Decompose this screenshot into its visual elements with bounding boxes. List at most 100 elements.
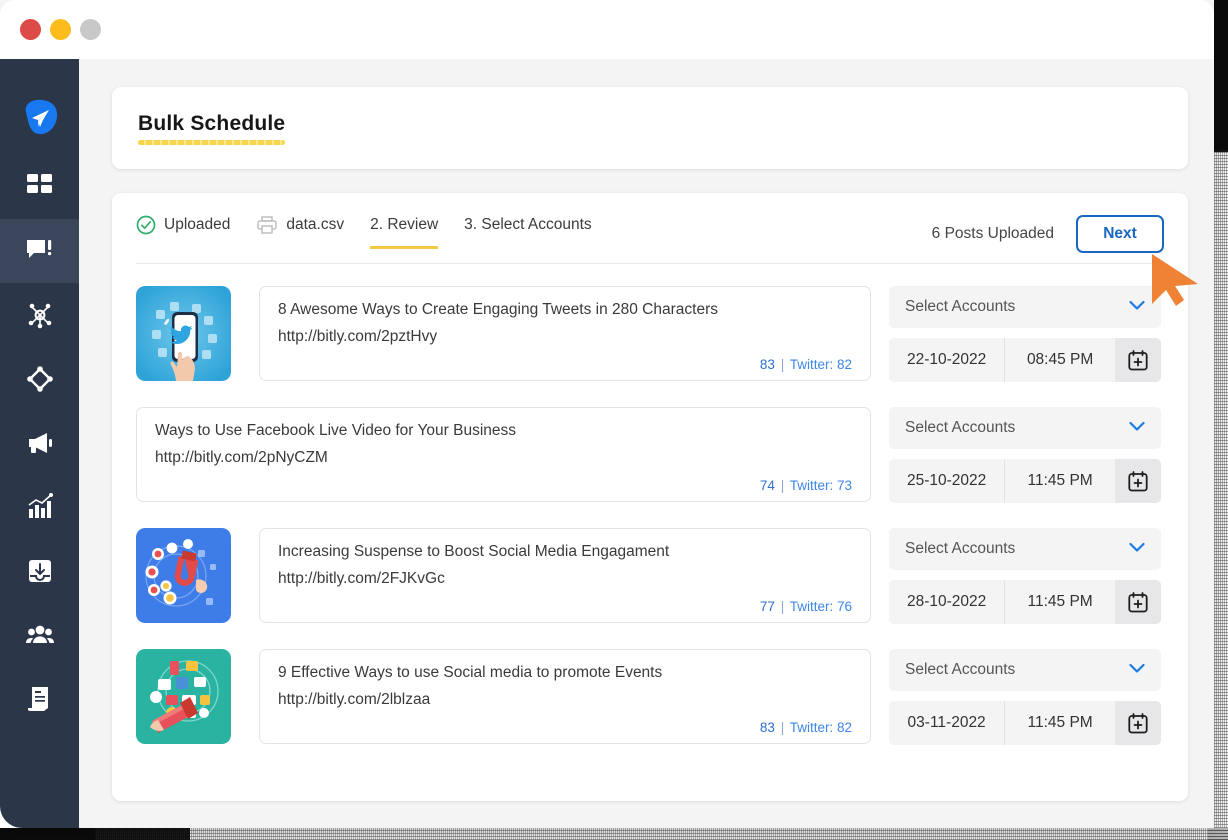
post-text-box[interactable]: 9 Effective Ways to use Social media to … (259, 649, 871, 744)
calendar-plus-icon-button[interactable] (1115, 701, 1161, 745)
tab-review-label: 2. Review (370, 216, 439, 233)
team-users-icon (25, 625, 54, 643)
schedule-date-field[interactable]: 03-11-2022 (889, 701, 1004, 745)
schedule-date-field[interactable]: 22-10-2022 (889, 338, 1004, 382)
select-accounts-label: Select Accounts (905, 298, 1016, 315)
post-meta: 74 | Twitter: 73 (760, 472, 852, 493)
calendar-plus-icon-button[interactable] (1115, 338, 1161, 382)
report-document-icon (27, 687, 48, 711)
compose-message-icon (26, 240, 51, 258)
post-text-box[interactable]: 8 Awesome Ways to Create Engaging Tweets… (259, 286, 871, 381)
select-accounts-label: Select Accounts (905, 540, 1016, 557)
calendar-plus-icon-button[interactable] (1115, 580, 1161, 624)
post-meta-separator: | (780, 478, 785, 493)
sidebar (0, 59, 79, 828)
post-twitter-count: Twitter: 73 (789, 478, 852, 493)
select-accounts-label: Select Accounts (905, 419, 1016, 436)
post-text-box[interactable]: Increasing Suspense to Boost Social Medi… (259, 528, 871, 623)
chevron-down-icon (1129, 298, 1145, 316)
window-minimize-button[interactable] (50, 19, 71, 40)
post-url: http://bitly.com/2FJKvGc (278, 570, 445, 587)
post-controls: Select Accounts 03-11-2022 11:45 PM (889, 649, 1161, 745)
sidebar-item-dashboard[interactable] (0, 155, 79, 219)
brand-logo[interactable] (0, 81, 79, 155)
sidebar-item-campaigns[interactable] (0, 411, 79, 475)
window-body: Bulk Schedule Uploaded data.csv 2. Revie… (0, 59, 1214, 828)
calendar-plus-icon-button[interactable] (1115, 459, 1161, 503)
calendar-plus-icon (1128, 712, 1148, 733)
megaphone-icon (28, 433, 52, 453)
schedule-date-field[interactable]: 25-10-2022 (889, 459, 1004, 503)
inbox-download-icon (28, 560, 51, 582)
tab-select-accounts-label: 3. Select Accounts (464, 216, 592, 233)
tab-data-file-label: data.csv (286, 216, 345, 233)
diamond-nodes-icon (26, 366, 53, 392)
schedule-time-field[interactable]: 08:45 PM (1004, 338, 1115, 382)
post-twitter-count: Twitter: 82 (789, 720, 852, 735)
scrollbar-noise-bottom (95, 828, 1228, 840)
select-accounts-label: Select Accounts (905, 661, 1016, 678)
window-close-button[interactable] (20, 19, 41, 40)
chevron-down-icon (1129, 661, 1145, 679)
schedule-datetime-row: 25-10-2022 11:45 PM (889, 459, 1161, 503)
schedule-datetime-row: 28-10-2022 11:45 PM (889, 580, 1161, 624)
page-header-card: Bulk Schedule (112, 87, 1188, 169)
post-char-count: 74 (759, 478, 775, 493)
sidebar-item-inbox[interactable] (0, 539, 79, 603)
schedule-time-field[interactable]: 11:45 PM (1004, 701, 1115, 745)
main-content: Bulk Schedule Uploaded data.csv 2. Revie… (79, 59, 1214, 828)
post-twitter-count: Twitter: 82 (789, 357, 852, 372)
page-title-text: Bulk Schedule (138, 111, 286, 135)
post-title: 9 Effective Ways to use Social media to … (278, 664, 663, 681)
post-controls: Select Accounts 28-10-2022 11:45 PM (889, 528, 1161, 624)
select-accounts-dropdown[interactable]: Select Accounts (889, 286, 1161, 328)
post-text-box[interactable]: Ways to Use Facebook Live Video for Your… (136, 407, 871, 502)
schedule-time-field[interactable]: 11:45 PM (1004, 580, 1115, 624)
tab-data-file[interactable]: data.csv (256, 215, 344, 250)
post-meta-separator: | (780, 599, 785, 614)
select-accounts-dropdown[interactable]: Select Accounts (889, 407, 1161, 449)
post-meta-separator: | (780, 720, 785, 735)
post-char-count: 77 (759, 599, 775, 614)
post-char-count: 83 (759, 720, 775, 735)
paper-plane-send-icon (25, 99, 57, 135)
twitter-phone-hand-illustration (136, 286, 231, 381)
schedule-datetime-row: 03-11-2022 11:45 PM (889, 701, 1161, 745)
sidebar-item-compose[interactable] (0, 219, 79, 283)
post-controls: Select Accounts 22-10-2022 08:45 PM (889, 286, 1161, 382)
sidebar-item-reports[interactable] (0, 667, 79, 731)
post-row: 8 Awesome Ways to Create Engaging Tweets… (136, 286, 1164, 382)
megaphone-events-illustration (136, 649, 231, 744)
schedule-time-field[interactable]: 11:45 PM (1004, 459, 1115, 503)
tab-select-accounts[interactable]: 3. Select Accounts (464, 216, 592, 249)
sidebar-item-network[interactable] (0, 283, 79, 347)
select-accounts-dropdown[interactable]: Select Accounts (889, 528, 1161, 570)
title-underline-decoration (138, 139, 286, 145)
printer-file-icon (256, 215, 278, 235)
tab-review[interactable]: 2. Review (370, 216, 439, 249)
post-row: 9 Effective Ways to use Social media to … (136, 649, 1164, 745)
schedule-date-field[interactable]: 28-10-2022 (889, 580, 1004, 624)
post-title: Increasing Suspense to Boost Social Medi… (278, 543, 670, 560)
sidebar-item-automation[interactable] (0, 347, 79, 411)
window-maximize-button[interactable] (80, 19, 101, 40)
chevron-down-icon (1129, 540, 1145, 558)
post-thumbnail (136, 286, 231, 381)
desktop-backdrop: Bulk Schedule Uploaded data.csv 2. Revie… (0, 0, 1228, 840)
select-accounts-dropdown[interactable]: Select Accounts (889, 649, 1161, 691)
step-tabs: Uploaded data.csv 2. Review 3. Select Ac… (136, 215, 592, 249)
bulk-schedule-card: Uploaded data.csv 2. Review 3. Select Ac… (112, 193, 1188, 801)
post-url: http://bitly.com/2lblzaa (278, 691, 431, 708)
network-share-icon (28, 303, 51, 329)
tab-uploaded-label: Uploaded (164, 216, 231, 233)
calendar-plus-icon (1128, 349, 1148, 370)
sidebar-item-team[interactable] (0, 603, 79, 667)
post-title: Ways to Use Facebook Live Video for Your… (155, 422, 517, 439)
analytics-chart-icon (28, 493, 53, 518)
next-button[interactable]: Next (1076, 215, 1164, 253)
sidebar-item-analytics[interactable] (0, 475, 79, 539)
post-row: Ways to Use Facebook Live Video for Your… (136, 407, 1164, 503)
schedule-datetime-row: 22-10-2022 08:45 PM (889, 338, 1161, 382)
post-url: http://bitly.com/2pNyCZM (155, 449, 328, 466)
tab-uploaded[interactable]: Uploaded (136, 215, 230, 250)
